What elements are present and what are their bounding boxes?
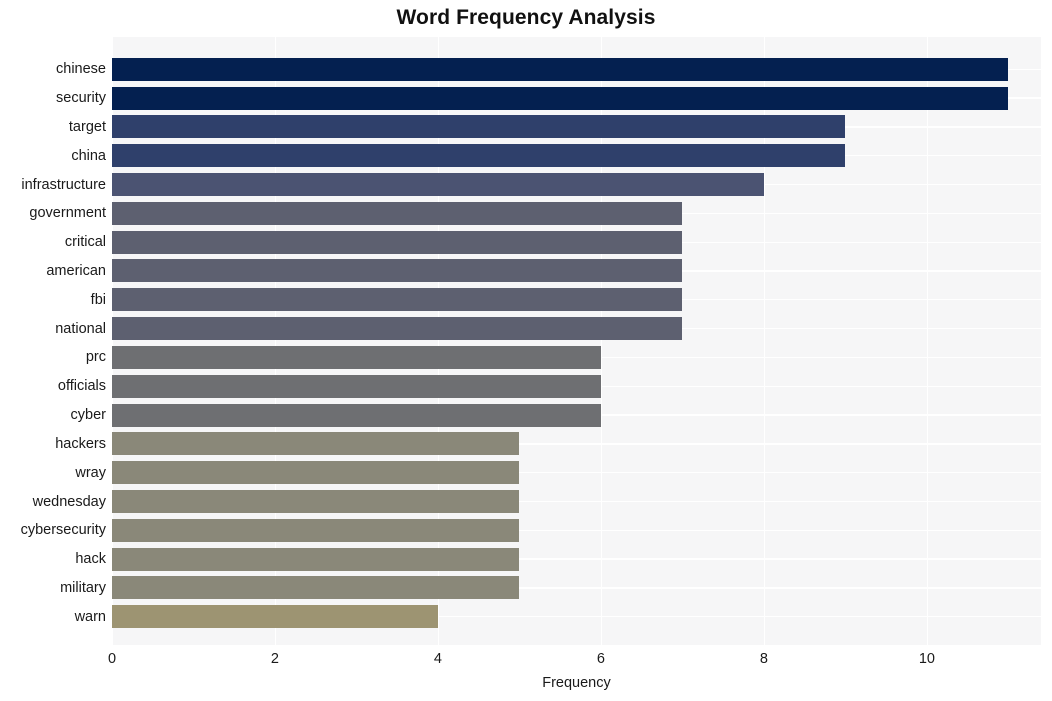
x-gridline [926, 37, 929, 645]
bar-hack [112, 547, 520, 571]
y-tick-label-critical: critical [64, 234, 106, 251]
bar-critical [112, 230, 683, 254]
y-tick-label-cybersecurity: cybersecurity [20, 522, 106, 539]
bar-target [112, 115, 846, 139]
bar-wray [112, 461, 520, 485]
plot-area [112, 37, 1041, 645]
y-tick-label-china: china [71, 147, 106, 164]
x-tick-label-8: 8 [759, 651, 768, 667]
y-tick-label-hackers: hackers [55, 435, 106, 452]
bar-security [112, 86, 1009, 110]
y-tick-label-security: security [56, 90, 106, 107]
x-tick-label-4: 4 [433, 651, 442, 667]
x-axis-tick-labels: 0 2 4 6 8 10 [0, 651, 1052, 673]
y-tick-label-prc: prc [85, 349, 106, 366]
y-tick-label-american: american [46, 262, 106, 279]
y-tick-label-warn: warn [74, 608, 106, 625]
bar-government [112, 201, 683, 225]
bar-national [112, 317, 683, 341]
x-tick-label-0: 0 [107, 651, 117, 667]
y-axis-tick-labels: chinese security target china infrastructure… [0, 37, 106, 645]
word-frequency-chart: Word Frequency Analysis chinese security t… [0, 0, 1052, 701]
bar-fbi [112, 288, 683, 312]
y-tick-label-cyber: cyber [70, 407, 106, 424]
bar-cybersecurity [112, 518, 520, 542]
bar-wednesday [112, 490, 520, 513]
x-tick-label-2: 2 [270, 651, 280, 667]
y-tick-label-wray: wray [75, 464, 106, 481]
bar-cyber [112, 403, 601, 427]
y-tick-label-target: target [68, 118, 106, 135]
x-tick-label-10: 10 [918, 651, 935, 667]
chart-title: Word Frequency Analysis [396, 6, 656, 29]
y-tick-label-hack: hack [75, 551, 106, 568]
bar-hackers [112, 432, 520, 456]
x-tick-label-6: 6 [596, 651, 605, 667]
y-tick-label-wednesday: wednesday [32, 493, 106, 510]
x-axis-title: Frequency [542, 675, 611, 691]
bar-american [112, 259, 683, 283]
y-tick-label-government: government [29, 205, 106, 222]
y-tick-label-officials: officials [57, 378, 106, 395]
bar-prc [112, 345, 601, 369]
bar-infrastructure [112, 173, 764, 197]
bar-china [112, 144, 846, 168]
y-tick-label-infrastructure: infrastructure [21, 176, 106, 193]
bar-military [112, 576, 520, 600]
y-tick-label-military: military [60, 579, 106, 596]
bar-chinese [112, 57, 1009, 81]
bar-officials [112, 374, 601, 398]
y-tick-label-chinese: chinese [56, 61, 106, 78]
y-tick-label-fbi: fbi [90, 291, 106, 308]
y-tick-label-national: national [55, 320, 106, 337]
bar-warn [112, 605, 438, 629]
